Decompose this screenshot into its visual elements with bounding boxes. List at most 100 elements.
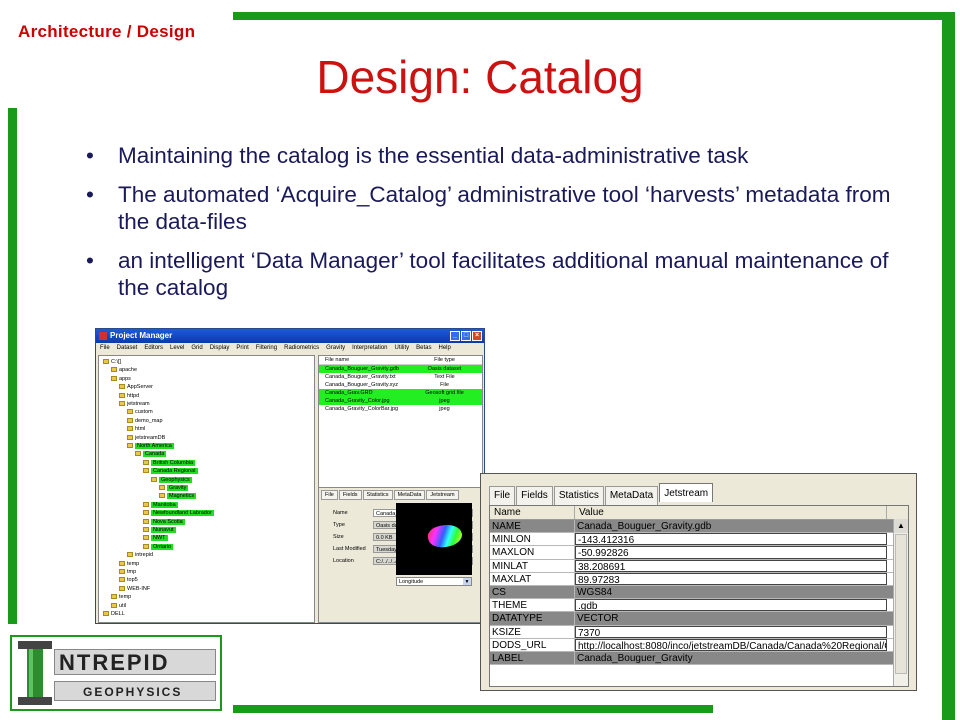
file-row[interactable]: Canada_Gravity_ColorBar.jpg jpeg [319, 405, 482, 413]
tree-item[interactable]: Magnetics [159, 492, 197, 500]
metadata-value[interactable]: .gdb [575, 599, 887, 612]
tab-jetstream[interactable]: Jetstream [659, 483, 714, 502]
menu-item-utility[interactable]: Utility [395, 343, 410, 353]
tree-item[interactable]: jetstream [119, 400, 150, 408]
table-row[interactable]: DATATYPE VECTOR [490, 612, 908, 626]
file-row[interactable]: Canada_Grav.GRD Geosoft grid file [319, 389, 482, 397]
tab-file[interactable]: File [489, 486, 516, 505]
menu-item-filtering[interactable]: Filtering [256, 343, 277, 353]
table-row[interactable]: MAXLAT 89.97283 [490, 572, 908, 586]
scrollbar-thumb[interactable] [895, 534, 907, 674]
table-row[interactable]: KSIZE 7370 [490, 625, 908, 639]
folder-icon [127, 552, 133, 558]
column-header-value[interactable]: Value [575, 506, 887, 519]
tree-item[interactable]: tmp [119, 568, 136, 576]
file-row[interactable]: Canada_Gravity_Color.jpg jpeg [319, 397, 482, 405]
table-row[interactable]: LABEL Canada_Bouguer_Gravity [490, 651, 908, 666]
maximize-icon[interactable]: □ [461, 331, 471, 341]
tab-file[interactable]: File [321, 490, 338, 500]
close-icon[interactable]: × [472, 331, 482, 341]
menu-item-radiometrics[interactable]: Radiometrics [284, 343, 319, 353]
file-row[interactable]: Canada_Bouguer_Gravity.gdb Oasis dataset [319, 365, 482, 373]
metadata-value[interactable]: 7370 [575, 625, 887, 638]
menu-item-print[interactable]: Print [236, 343, 248, 353]
tab-fields[interactable]: Fields [338, 490, 362, 500]
tree-item[interactable]: Nunavut [143, 526, 176, 534]
column-header-file-type[interactable]: File type [407, 356, 482, 364]
tree-item[interactable]: AppServer [119, 383, 153, 391]
tree-item[interactable]: Manitoba [143, 501, 178, 509]
metadata-value[interactable]: Canada_Bouguer_Gravity.gdb [575, 520, 887, 532]
metadata-value[interactable]: -50.992826 [575, 546, 887, 559]
tree-item[interactable]: NWT [143, 534, 168, 542]
metadata-value[interactable]: Canada_Bouguer_Gravity [575, 652, 887, 664]
folder-icon [119, 392, 125, 398]
table-row[interactable]: MAXLON -50.992826 [490, 546, 908, 560]
table-row[interactable]: MINLAT 38.208691 [490, 559, 908, 573]
tree-item[interactable]: jetstreamDB [127, 434, 165, 442]
tree-item[interactable]: temp [119, 560, 139, 568]
tab-statistics[interactable]: Statistics [553, 486, 604, 505]
tree-item[interactable]: Canada [135, 450, 167, 458]
tab-jetstream[interactable]: Jetstream [426, 490, 459, 500]
tree-item[interactable]: DELL [103, 610, 125, 618]
tree-item[interactable]: Nova Scotia [143, 518, 185, 526]
tab-statistics[interactable]: Statistics [362, 490, 393, 500]
tree-item[interactable]: Newfoundland Labrador [143, 509, 214, 517]
menu-item-file[interactable]: File [100, 343, 110, 353]
vertical-scrollbar[interactable]: ▲ [893, 519, 908, 686]
tree-item[interactable]: Ontario [143, 543, 174, 551]
metadata-value[interactable]: 38.208691 [575, 559, 887, 572]
metadata-value[interactable]: -143.412316 [575, 533, 887, 546]
tree-item[interactable]: intrepid [127, 551, 153, 559]
scroll-up-icon[interactable]: ▲ [894, 519, 908, 533]
tree-item[interactable]: Canada Regional [143, 467, 198, 475]
table-row[interactable]: NAME Canada_Bouguer_Gravity.gdb [490, 520, 908, 534]
tab-fields[interactable]: Fields [516, 486, 553, 505]
tree-item[interactable]: apache [111, 366, 137, 374]
tab-metadata[interactable]: MetaData [393, 490, 426, 500]
menu-item-grid[interactable]: Grid [191, 343, 202, 353]
channel-select[interactable]: Longitude ▼ [396, 577, 472, 586]
metadata-value[interactable]: 89.97283 [575, 572, 887, 585]
tree-item[interactable]: demo_map [127, 417, 163, 425]
tree-item[interactable]: Gravity [159, 484, 189, 492]
metadata-value[interactable]: http://localhost:8080/inco/jetstreamDB/C… [575, 638, 887, 651]
tree-item[interactable]: WEB-INF [119, 585, 150, 593]
bullet-dot: • [86, 182, 94, 207]
tab-metadata[interactable]: MetaData [604, 486, 659, 505]
column-header-file-name[interactable]: File name [319, 356, 407, 364]
tree-item[interactable]: custom [127, 408, 153, 416]
file-row[interactable]: Canada_Bouguer_Gravity.txt Text File [319, 373, 482, 381]
minimize-icon[interactable]: _ [450, 331, 460, 341]
tree-item[interactable]: temp [111, 593, 131, 601]
menu-item-editors[interactable]: Editors [144, 343, 163, 353]
menu-item-dataset[interactable]: Dataset [117, 343, 138, 353]
menu-item-display[interactable]: Display [210, 343, 230, 353]
tree-item[interactable]: top5 [119, 576, 138, 584]
tree-item[interactable]: html [127, 425, 145, 433]
tree-item[interactable]: httpd [119, 392, 139, 400]
column-header-name[interactable]: Name [490, 506, 575, 519]
table-row[interactable]: CS WGS84 [490, 585, 908, 600]
table-row[interactable]: MINLON -143.412316 [490, 533, 908, 547]
menu-item-interpretation[interactable]: Interpretation [352, 343, 387, 353]
tree-item[interactable]: North America [127, 442, 174, 450]
metadata-value[interactable]: WGS84 [575, 586, 887, 598]
chevron-down-icon[interactable]: ▼ [463, 578, 471, 585]
table-row[interactable]: DODS_URL http://localhost:8080/inco/jetst… [490, 638, 908, 652]
tree-item[interactable]: C:\[] [103, 358, 121, 366]
tree-item[interactable]: Geophysics [151, 476, 192, 484]
file-row[interactable]: Canada_Bouguer_Gravity.xyz File [319, 381, 482, 389]
tree-item[interactable]: util [111, 602, 126, 610]
folder-tree[interactable]: C:\[] apache apps AppServer httpd jetstream cu… [98, 355, 315, 623]
menu-item-level[interactable]: Level [170, 343, 184, 353]
tree-item[interactable]: British Columbia [143, 459, 196, 467]
menu-item-help[interactable]: Help [439, 343, 451, 353]
metadata-value[interactable]: VECTOR [575, 612, 887, 624]
menu-item-betas[interactable]: Betas [416, 343, 431, 353]
menu-item-gravity[interactable]: Gravity [326, 343, 345, 353]
top-accent-bar [233, 12, 955, 20]
tree-item[interactable]: apps [111, 375, 131, 383]
table-row[interactable]: THEME .gdb [490, 599, 908, 613]
